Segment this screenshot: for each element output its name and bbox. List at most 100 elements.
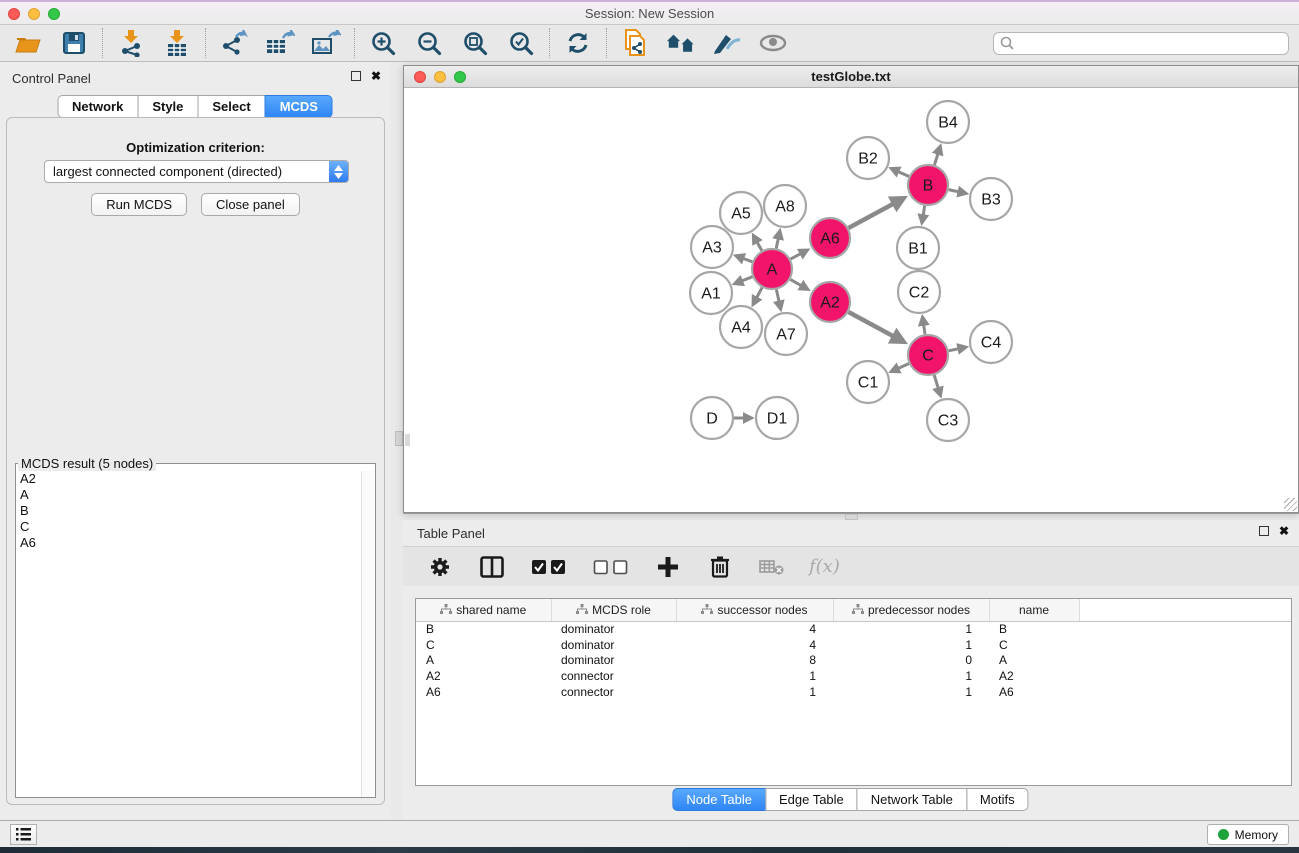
table-row[interactable]: Adominator80A bbox=[416, 653, 1291, 669]
graph-edge-A-A2[interactable] bbox=[790, 279, 807, 289]
tab-motifs[interactable]: Motifs bbox=[966, 788, 1029, 811]
graph-node-B1[interactable]: B1 bbox=[897, 227, 939, 269]
cell-name[interactable]: B bbox=[989, 621, 1079, 637]
graph-edge-A-A3[interactable] bbox=[736, 256, 752, 262]
graph-node-A2[interactable]: A2 bbox=[810, 282, 850, 322]
cell-successor_nodes[interactable]: 1 bbox=[676, 668, 833, 684]
graph-edge-A-A1[interactable] bbox=[735, 277, 753, 284]
graph-node-C4[interactable]: C4 bbox=[970, 321, 1012, 363]
export-network-icon[interactable] bbox=[219, 29, 249, 57]
tab-style[interactable]: Style bbox=[137, 95, 198, 118]
deselect-all-checkboxes-icon[interactable] bbox=[591, 553, 631, 581]
mcds-result-list[interactable]: A2ABCA6 bbox=[16, 471, 361, 797]
tab-mcds[interactable]: MCDS bbox=[265, 95, 333, 118]
cell-name[interactable]: C bbox=[989, 637, 1079, 653]
tab-select[interactable]: Select bbox=[197, 95, 265, 118]
graph-node-B2[interactable]: B2 bbox=[847, 137, 889, 179]
graph-edge-B-B2[interactable] bbox=[892, 169, 909, 177]
table-row[interactable]: Bdominator41B bbox=[416, 621, 1291, 637]
search-input[interactable] bbox=[993, 32, 1289, 55]
function-builder-icon[interactable]: f(x) bbox=[809, 556, 840, 577]
cell-shared_name[interactable]: A bbox=[416, 653, 551, 669]
cell-predecessor_nodes[interactable]: 1 bbox=[833, 621, 989, 637]
zoom-in-icon[interactable] bbox=[368, 29, 398, 57]
float-panel-icon[interactable] bbox=[351, 71, 361, 81]
close-panel-button[interactable]: Close panel bbox=[201, 193, 300, 216]
add-column-icon[interactable] bbox=[653, 553, 683, 581]
cell-shared_name[interactable]: B bbox=[416, 621, 551, 637]
graph-edge-C-C3[interactable] bbox=[934, 375, 940, 395]
export-table-icon[interactable] bbox=[265, 29, 295, 57]
list-item[interactable]: A2 bbox=[16, 471, 361, 487]
memory-button[interactable]: Memory bbox=[1207, 824, 1289, 845]
cell-mcds_role[interactable]: dominator bbox=[551, 653, 676, 669]
list-item[interactable]: A6 bbox=[16, 535, 361, 551]
task-history-button[interactable] bbox=[10, 824, 37, 845]
graph-node-A1[interactable]: A1 bbox=[690, 272, 732, 314]
graph-edge-A-A4[interactable] bbox=[753, 288, 762, 305]
graph-edge-C-C1[interactable] bbox=[892, 364, 909, 372]
window-resize-grip[interactable] bbox=[1284, 498, 1297, 511]
graph-node-A[interactable]: A bbox=[752, 249, 792, 289]
cell-mcds_role[interactable]: dominator bbox=[551, 621, 676, 637]
scrollbar[interactable] bbox=[361, 471, 375, 797]
save-session-icon[interactable] bbox=[59, 29, 89, 57]
column-header-name[interactable]: name bbox=[989, 599, 1079, 621]
optimization-criterion-select[interactable]: largest connected component (directed) bbox=[44, 160, 349, 183]
cell-name[interactable]: A6 bbox=[989, 684, 1079, 700]
tab-edge-table[interactable]: Edge Table bbox=[765, 788, 858, 811]
table-row[interactable]: A6connector11A6 bbox=[416, 684, 1291, 700]
graph-edge-A-A6[interactable] bbox=[791, 250, 808, 259]
maximize-window-icon[interactable] bbox=[48, 8, 60, 20]
tab-network-table[interactable]: Network Table bbox=[857, 788, 967, 811]
eye-icon[interactable] bbox=[758, 29, 788, 57]
graph-edge-A6-B[interactable] bbox=[849, 198, 904, 228]
graph-node-A4[interactable]: A4 bbox=[720, 306, 762, 348]
column-header-MCDS-role[interactable]: MCDS role bbox=[551, 599, 676, 621]
cell-name[interactable]: A2 bbox=[989, 668, 1079, 684]
graph-node-C2[interactable]: C2 bbox=[898, 271, 940, 313]
graph-node-D[interactable]: D bbox=[691, 397, 733, 439]
column-header-successor-nodes[interactable]: successor nodes bbox=[676, 599, 833, 621]
network-graph-canvas[interactable]: ABCA2A6A1A3A4A5A7A8B1B2B3B4C1C2C3C4DD1 bbox=[404, 88, 1298, 513]
cell-shared_name[interactable]: A6 bbox=[416, 684, 551, 700]
graph-node-A8[interactable]: A8 bbox=[764, 185, 806, 227]
export-image-icon[interactable] bbox=[311, 29, 341, 57]
open-file-icon[interactable] bbox=[13, 29, 43, 57]
cell-name[interactable]: A bbox=[989, 653, 1079, 669]
graph-edge-B-B3[interactable] bbox=[949, 190, 966, 194]
close-table-panel-icon[interactable]: ✖ bbox=[1279, 526, 1289, 536]
graph-edge-A-A7[interactable] bbox=[776, 290, 780, 309]
minimize-window-icon[interactable] bbox=[28, 8, 40, 20]
cell-predecessor_nodes[interactable]: 1 bbox=[833, 637, 989, 653]
cell-mcds_role[interactable]: connector bbox=[551, 668, 676, 684]
close-panel-icon[interactable]: ✖ bbox=[371, 71, 381, 81]
close-window-icon[interactable] bbox=[8, 8, 20, 20]
list-item[interactable]: C bbox=[16, 519, 361, 535]
duplicate-network-icon[interactable] bbox=[620, 29, 650, 57]
cell-mcds_role[interactable]: dominator bbox=[551, 637, 676, 653]
close-view-icon[interactable] bbox=[414, 71, 426, 83]
graph-edge-B-B1[interactable] bbox=[922, 206, 925, 223]
graph-node-A5[interactable]: A5 bbox=[720, 192, 762, 234]
graph-edge-C-C4[interactable] bbox=[949, 347, 966, 351]
home-icon[interactable] bbox=[666, 29, 696, 57]
cell-successor_nodes[interactable]: 4 bbox=[676, 621, 833, 637]
table-row[interactable]: A2connector11A2 bbox=[416, 668, 1291, 684]
network-window-titlebar[interactable]: testGlobe.txt bbox=[404, 66, 1298, 88]
table-row[interactable]: Cdominator41C bbox=[416, 637, 1291, 653]
graph-edge-C-C2[interactable] bbox=[923, 318, 925, 335]
refresh-icon[interactable] bbox=[563, 29, 593, 57]
graph-node-C[interactable]: C bbox=[908, 335, 948, 375]
select-all-checkboxes-icon[interactable] bbox=[529, 553, 569, 581]
graph-edge-A-A8[interactable] bbox=[776, 231, 780, 248]
list-item[interactable]: B bbox=[16, 503, 361, 519]
column-layout-icon[interactable] bbox=[477, 553, 507, 581]
delete-column-icon[interactable] bbox=[705, 553, 735, 581]
cell-predecessor_nodes[interactable]: 0 bbox=[833, 653, 989, 669]
graph-node-B3[interactable]: B3 bbox=[970, 178, 1012, 220]
graph-node-A6[interactable]: A6 bbox=[810, 218, 850, 258]
import-network-icon[interactable] bbox=[116, 29, 146, 57]
run-mcds-button[interactable]: Run MCDS bbox=[91, 193, 187, 216]
show-hide-details-icon[interactable] bbox=[712, 29, 742, 57]
